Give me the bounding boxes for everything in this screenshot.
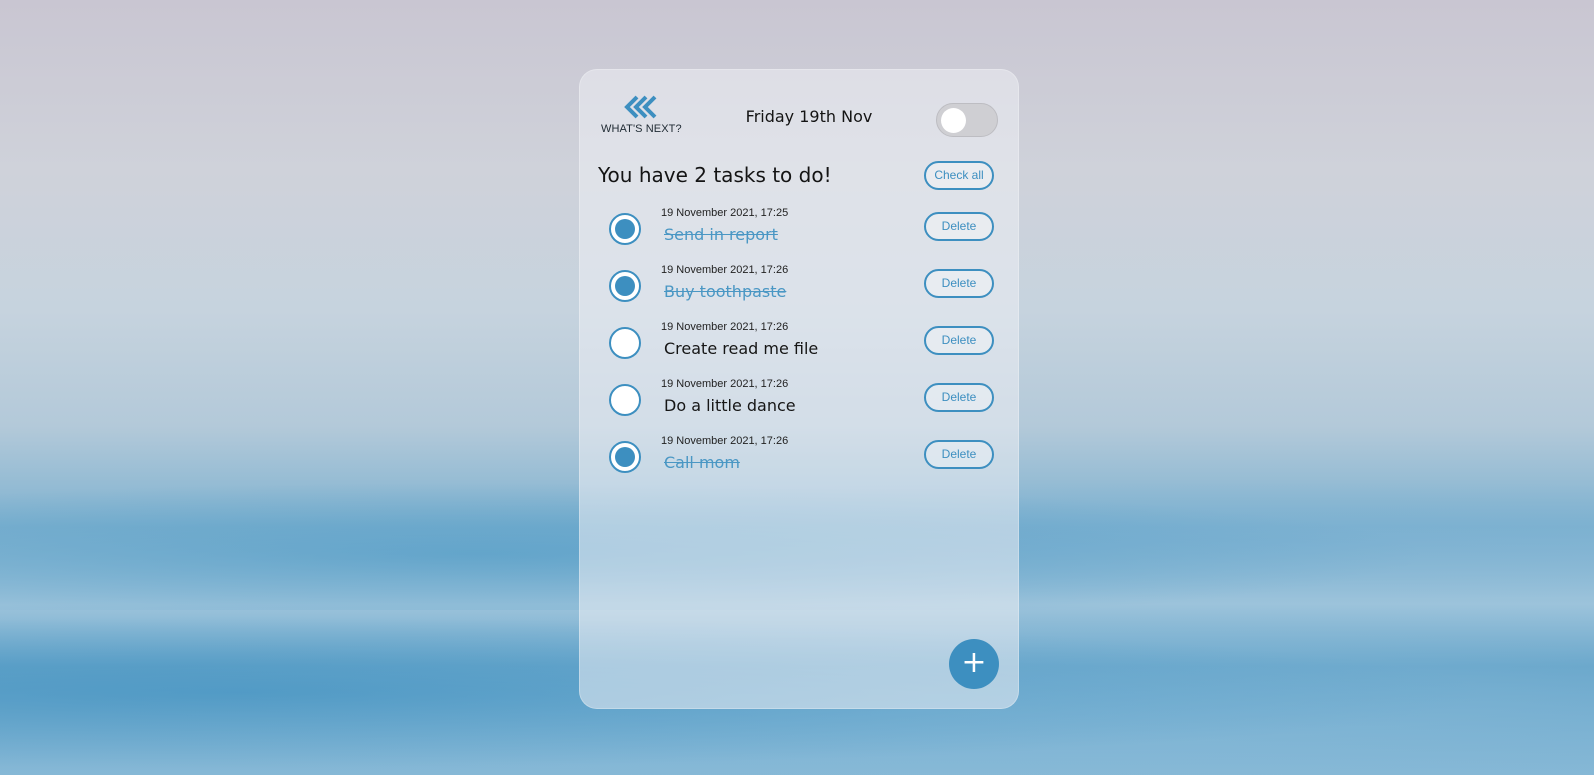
task-title[interactable]: Send in report	[664, 225, 778, 244]
delete-task-button[interactable]: Delete	[924, 269, 994, 298]
delete-task-button[interactable]: Delete	[924, 383, 994, 412]
task-complete-checkbox[interactable]	[609, 270, 641, 302]
toggle-knob	[941, 108, 966, 133]
task-item: 19 November 2021, 17:26 Call mom Delete	[579, 435, 1019, 485]
task-timestamp: 19 November 2021, 17:25	[661, 207, 789, 219]
dark-mode-toggle[interactable]	[936, 103, 998, 137]
current-date: Friday 19th Nov	[745, 107, 873, 126]
task-complete-checkbox[interactable]	[609, 441, 641, 473]
check-all-button[interactable]: Check all	[924, 161, 994, 190]
task-complete-checkbox[interactable]	[609, 327, 641, 359]
task-title[interactable]: Buy toothpaste	[664, 282, 786, 301]
task-item: 19 November 2021, 17:26 Buy toothpaste Del…	[579, 264, 1019, 314]
task-item: 19 November 2021, 17:26 Create read me fi…	[579, 321, 1019, 371]
checkbox-dot	[615, 447, 635, 467]
checkbox-dot	[615, 276, 635, 296]
task-timestamp: 19 November 2021, 17:26	[661, 435, 789, 447]
delete-task-button[interactable]: Delete	[924, 326, 994, 355]
plus-icon: +	[961, 645, 987, 680]
task-complete-checkbox[interactable]	[609, 213, 641, 245]
task-timestamp: 19 November 2021, 17:26	[661, 321, 789, 333]
todo-card: WHAT'S NEXT? Friday 19th Nov You have 2 …	[579, 69, 1019, 709]
delete-task-button[interactable]: Delete	[924, 212, 994, 241]
add-task-button[interactable]: +	[949, 639, 999, 689]
task-complete-checkbox[interactable]	[609, 384, 641, 416]
task-item: 19 November 2021, 17:26 Do a little dance…	[579, 378, 1019, 428]
double-chevron-left-icon	[624, 95, 657, 119]
task-title[interactable]: Create read me file	[664, 339, 818, 358]
logo-text: WHAT'S NEXT?	[601, 123, 682, 135]
task-timestamp: 19 November 2021, 17:26	[661, 264, 789, 276]
task-timestamp: 19 November 2021, 17:26	[661, 378, 789, 390]
app-logo: WHAT'S NEXT?	[601, 95, 682, 137]
task-item: 19 November 2021, 17:25 Send in report Del…	[579, 207, 1019, 257]
delete-task-button[interactable]: Delete	[924, 440, 994, 469]
task-count-headline: You have 2 tasks to do!	[598, 163, 832, 187]
checkbox-dot	[615, 219, 635, 239]
task-title[interactable]: Do a little dance	[664, 396, 796, 415]
task-title[interactable]: Call mom	[664, 453, 740, 472]
